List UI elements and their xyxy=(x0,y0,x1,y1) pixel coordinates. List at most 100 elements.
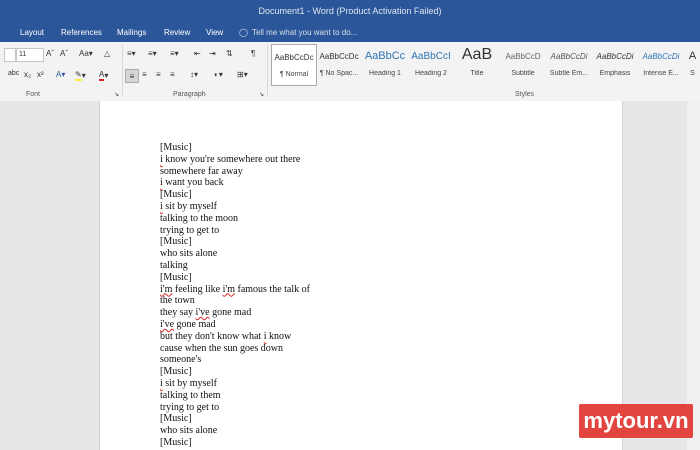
paragraph-dialog-launcher-icon[interactable]: ↘ xyxy=(259,91,264,98)
style-name: ¶ Normal xyxy=(279,71,309,78)
font-color-icon[interactable]: A ▾ xyxy=(99,70,108,81)
document-line: i want you back xyxy=(160,177,224,189)
grow-font-icon[interactable]: Aˆ xyxy=(46,49,54,58)
tell-me-placeholder: Tell me what you want to do... xyxy=(251,28,358,37)
subscript-icon[interactable]: x₂ xyxy=(24,70,31,79)
document-line: who sits alone xyxy=(160,248,218,260)
style-name: Title xyxy=(470,70,484,77)
document-line: trying to get to xyxy=(160,401,220,413)
document-line: i've gone mad xyxy=(160,318,216,330)
document-line: [Music] xyxy=(160,436,192,448)
borders-icon[interactable]: ⊞▾ xyxy=(237,70,248,79)
style-name: Subtle Em... xyxy=(549,70,589,77)
strikethrough-icon[interactable]: abc xyxy=(8,70,19,77)
document-line: talking to the moon xyxy=(160,212,239,224)
document-line: [Music] xyxy=(160,413,192,425)
style-sample: AaBbCcDi xyxy=(642,52,680,61)
sort-icon[interactable]: ⇅ xyxy=(226,49,233,58)
document-line: the town xyxy=(160,295,195,307)
change-case-icon[interactable]: Aa▾ xyxy=(79,49,93,58)
document-line: talking to them xyxy=(160,389,221,401)
font-size-box[interactable]: 11 xyxy=(16,48,44,62)
lightbulb-icon: ◯ xyxy=(239,28,248,37)
document-page[interactable]: [Music] i know you're somewhere out ther… xyxy=(99,101,623,450)
document-line: somewhere far away xyxy=(160,165,243,177)
style-heading-1[interactable]: AaBbCc Heading 1 xyxy=(363,44,407,84)
document-line: [Music] xyxy=(160,189,192,201)
window-title: Document1 - Word (Product Activation Fai… xyxy=(258,6,442,16)
style-name: Subtitle xyxy=(511,70,535,77)
multilevel-list-icon[interactable]: ≡▾ xyxy=(170,49,179,58)
document-line: [Music] xyxy=(160,236,192,248)
style-normal[interactable]: AaBbCcDc ¶ Normal xyxy=(271,44,317,86)
style-sample: AaBbCcDc xyxy=(274,53,314,62)
align-left-icon[interactable]: ≡ xyxy=(125,69,139,83)
font-size-value: 11 xyxy=(19,51,27,58)
shrink-font-icon[interactable]: Aˇ xyxy=(60,49,68,58)
style-sample: A xyxy=(688,50,697,62)
tell-me-search[interactable]: ◯ Tell me what you want to do... xyxy=(239,28,357,37)
align-right-icon[interactable]: ≡ xyxy=(156,70,161,79)
title-bar: Document1 - Word (Product Activation Fai… xyxy=(0,0,700,25)
highlight-icon[interactable]: ✎ ▾ xyxy=(75,70,86,81)
text-effects-icon[interactable]: A▾ xyxy=(56,70,65,79)
clear-formatting-icon[interactable]: △ xyxy=(104,49,110,58)
style-subtitle[interactable]: AaBbCcD Subtitle xyxy=(501,44,545,84)
bullets-icon[interactable]: ≡▾ xyxy=(127,49,136,58)
document-line: trying to get to xyxy=(160,224,220,236)
align-center-icon[interactable]: ≡ xyxy=(142,70,147,79)
ribbon: 11 Aˆ Aˇ Aa▾ △ abc x₂ x² A▾ ✎ ▾ A ▾ Font ↘… xyxy=(0,42,700,102)
style-sample: AaBbCc xyxy=(364,50,406,62)
font-group-label: Font xyxy=(26,91,41,98)
style-title[interactable]: AaB Title xyxy=(455,44,499,84)
style-sample: AaBbCcDi xyxy=(596,52,634,61)
tab-review[interactable]: Review xyxy=(164,28,190,37)
superscript-icon[interactable]: x² xyxy=(37,70,44,79)
document-body[interactable]: [Music] i know you're somewhere out ther… xyxy=(160,142,310,449)
document-line: but they don't know what i know xyxy=(160,330,292,342)
tab-layout[interactable]: Layout xyxy=(20,28,44,37)
vertical-scrollbar[interactable] xyxy=(687,101,700,450)
style-sample: AaB xyxy=(461,46,493,63)
tab-mailings[interactable]: Mailings xyxy=(117,28,146,37)
document-line: someone's xyxy=(160,354,202,366)
styles-group-label: Styles xyxy=(515,91,535,98)
style-subtle-emphasis[interactable]: AaBbCcDi Subtle Em... xyxy=(547,44,591,84)
document-line: i sit by myself xyxy=(160,200,217,212)
style-name: Heading 1 xyxy=(369,70,401,77)
style-sample: AaBbCcI xyxy=(411,51,451,62)
style-sample: AaBbCcDi xyxy=(550,52,588,61)
style-sample: AaBbCcDc xyxy=(319,52,359,61)
font-name-box[interactable] xyxy=(4,48,16,62)
document-line: cause when the sun goes down xyxy=(160,342,284,354)
increase-indent-icon[interactable]: ⇥ xyxy=(209,49,216,58)
document-line: i know you're somewhere out there xyxy=(160,153,301,165)
numbering-icon[interactable]: ≡▾ xyxy=(148,49,157,58)
watermark-logo: mytour.vn xyxy=(579,404,693,438)
group-separator xyxy=(267,45,268,97)
tab-references[interactable]: References xyxy=(61,28,102,37)
style-name: Emphasis xyxy=(599,70,631,77)
shading-icon[interactable]: ◐▾ xyxy=(214,70,223,79)
show-formatting-icon[interactable]: ¶ xyxy=(251,49,255,58)
style-no-spacing[interactable]: AaBbCcDc ¶ No Spac... xyxy=(317,44,361,84)
style-emphasis[interactable]: AaBbCcDi Emphasis xyxy=(593,44,637,84)
document-line: [Music] xyxy=(160,142,192,153)
font-dialog-launcher-icon[interactable]: ↘ xyxy=(114,91,119,98)
style-name: S xyxy=(690,70,695,77)
document-line: i'm feeling like i'm famous the talk of xyxy=(160,283,310,295)
style-intense-emphasis[interactable]: AaBbCcDi Intense E... xyxy=(639,44,683,84)
justify-icon[interactable]: ≡ xyxy=(170,70,175,79)
document-line: talking xyxy=(160,259,188,271)
paragraph-group-label: Paragraph xyxy=(173,91,206,98)
style-name: Heading 2 xyxy=(415,70,447,77)
document-line: i sit by myself xyxy=(160,377,217,389)
style-name: Intense E... xyxy=(643,70,679,77)
style-sample: AaBbCcD xyxy=(505,52,541,61)
tab-view[interactable]: View xyxy=(206,28,223,37)
document-line: [Music] xyxy=(160,271,192,283)
style-heading-2[interactable]: AaBbCcI Heading 2 xyxy=(409,44,453,84)
decrease-indent-icon[interactable]: ⇤ xyxy=(194,49,201,58)
line-spacing-icon[interactable]: ↕▾ xyxy=(190,70,198,79)
style-more[interactable]: A S xyxy=(685,44,700,84)
